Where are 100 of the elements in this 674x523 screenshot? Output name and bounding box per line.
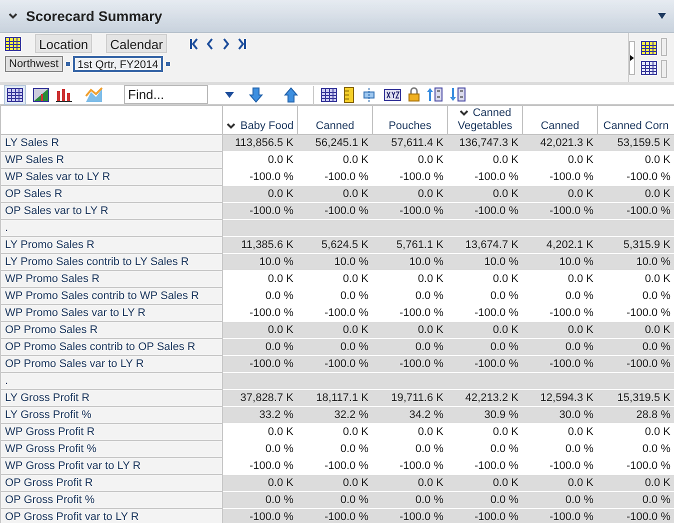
table-cell: 30.9 % bbox=[448, 406, 522, 424]
table-cell: -100.0 % bbox=[298, 508, 372, 523]
table-cell: 0.0 % bbox=[598, 492, 674, 508]
row-header: OP Gross Profit % bbox=[0, 492, 222, 508]
table-cell: 57,611.4 K bbox=[372, 134, 448, 152]
collapse-icon[interactable] bbox=[226, 122, 236, 130]
table-cell: -100.0 % bbox=[222, 356, 298, 372]
collapse-icon[interactable] bbox=[458, 109, 469, 118]
table-cell: 0.0 K bbox=[522, 322, 598, 338]
separator-square-icon bbox=[66, 62, 70, 66]
column-header[interactable]: Canned Corn bbox=[598, 106, 674, 134]
grid-select-icon[interactable] bbox=[321, 88, 337, 102]
row-header: OP Promo Sales var to LY R bbox=[0, 356, 222, 372]
table-cell: 4,202.1 K bbox=[522, 236, 598, 254]
row-header: WP Gross Profit R bbox=[0, 424, 222, 440]
table-cell: -100.0 % bbox=[298, 202, 372, 220]
table-cell: 10.0 % bbox=[522, 254, 598, 270]
table-cell: 12,594.3 K bbox=[522, 390, 598, 406]
row-header: OP Gross Profit var to LY R bbox=[0, 508, 222, 523]
column-header[interactable]: Pouches bbox=[372, 106, 448, 134]
dimension-button[interactable]: Location bbox=[35, 34, 92, 53]
table-icon[interactable] bbox=[641, 60, 657, 74]
table-cell: 0.0 K bbox=[298, 474, 372, 492]
row-header: . bbox=[0, 372, 222, 390]
table-cell: 28.8 % bbox=[598, 406, 674, 424]
xyz-icon[interactable] bbox=[384, 88, 401, 100]
row-header: OP Gross Profit R bbox=[0, 474, 222, 492]
table-icon[interactable] bbox=[641, 40, 657, 54]
table-cell: 0.0 K bbox=[298, 322, 372, 338]
table-cell: 34.2 % bbox=[372, 406, 448, 424]
table-cell: 5,761.1 K bbox=[372, 236, 448, 254]
collapse-tab-icon[interactable] bbox=[629, 40, 635, 74]
table-cell: 0.0 K bbox=[598, 186, 674, 202]
row-header: LY Gross Profit % bbox=[0, 406, 222, 424]
sort-ascending-icon[interactable] bbox=[427, 87, 443, 102]
dimension-button[interactable]: Calendar bbox=[106, 34, 167, 53]
row-header: WP Gross Profit var to LY R bbox=[0, 458, 222, 474]
ruler-icon[interactable] bbox=[344, 86, 354, 102]
split-icon[interactable] bbox=[361, 88, 377, 102]
table-cell: 33.2 % bbox=[222, 406, 298, 424]
table-cell: 0.0 K bbox=[222, 186, 298, 202]
table-cell: 136,747.3 K bbox=[448, 134, 522, 152]
table-cell: 42,021.3 K bbox=[522, 134, 598, 152]
lock-icon[interactable] bbox=[408, 87, 420, 102]
context-chip[interactable]: Northwest bbox=[5, 56, 63, 72]
table-cell: 0.0 % bbox=[598, 338, 674, 356]
table-cell: 37,828.7 K bbox=[222, 390, 298, 406]
table-cell: -100.0 % bbox=[522, 202, 598, 220]
table-cell: 10.0 % bbox=[222, 254, 298, 270]
table-cell: -100.0 % bbox=[448, 508, 522, 523]
column-header[interactable]: Baby Food bbox=[222, 106, 298, 134]
row-header: . bbox=[0, 220, 222, 236]
table-cell: -100.0 % bbox=[222, 508, 298, 523]
row-header: WP Gross Profit % bbox=[0, 440, 222, 458]
sort-descending-icon[interactable] bbox=[450, 87, 466, 102]
dropdown-caret-icon[interactable] bbox=[225, 92, 234, 98]
find-field[interactable]: Find... bbox=[124, 85, 208, 104]
table-cell: 10.0 % bbox=[448, 254, 522, 270]
collapse-icon[interactable] bbox=[8, 12, 18, 20]
row-header: WP Sales R bbox=[0, 152, 222, 168]
row-header: OP Promo Sales contrib to OP Sales R bbox=[0, 338, 222, 356]
row-header: LY Gross Profit R bbox=[0, 390, 222, 406]
row-header: OP Promo Sales R bbox=[0, 322, 222, 338]
down-arrow-icon[interactable] bbox=[249, 86, 263, 102]
row-header: WP Promo Sales R bbox=[0, 270, 222, 288]
column-header[interactable]: Canned bbox=[298, 106, 372, 134]
column-header[interactable]: Canned Vegetables bbox=[448, 106, 522, 134]
table-cell: 10.0 % bbox=[372, 254, 448, 270]
row-header: LY Promo Sales R bbox=[0, 236, 222, 254]
first-icon[interactable] bbox=[188, 38, 199, 50]
menu-caret-icon[interactable] bbox=[658, 13, 666, 19]
table-cell: 0.0 K bbox=[522, 186, 598, 202]
grid-chart-icon[interactable] bbox=[33, 88, 49, 102]
previous-icon[interactable] bbox=[204, 38, 215, 50]
table-cell: 0.0 % bbox=[522, 338, 598, 356]
table-cell: 0.0 % bbox=[522, 492, 598, 508]
table-cell: 0.0 % bbox=[298, 492, 372, 508]
bar-chart-icon[interactable] bbox=[56, 88, 72, 102]
table-cell: -100.0 % bbox=[598, 356, 674, 372]
table-cell: 30.0 % bbox=[522, 406, 598, 424]
table-cell: 32.2 % bbox=[298, 406, 372, 424]
table-cell: 10.0 % bbox=[298, 254, 372, 270]
table-cell: 5,315.9 K bbox=[598, 236, 674, 254]
table-cell: 0.0 % bbox=[222, 338, 298, 356]
table-cell: -100.0 % bbox=[522, 508, 598, 523]
table-cell: 5,624.5 K bbox=[298, 236, 372, 254]
context-chip[interactable]: 1st Qrtr, FY2014 bbox=[72, 56, 164, 72]
next-icon[interactable] bbox=[220, 38, 231, 50]
last-icon[interactable] bbox=[236, 38, 247, 50]
up-arrow-icon[interactable] bbox=[284, 86, 298, 102]
table-cell: 0.0 K bbox=[372, 474, 448, 492]
table-cell: 42,213.2 K bbox=[448, 390, 522, 406]
panel-title: Scorecard Summary bbox=[26, 6, 162, 26]
table-icon[interactable] bbox=[5, 36, 21, 50]
table-cell: -100.0 % bbox=[448, 202, 522, 220]
table-cell: 0.0 K bbox=[298, 186, 372, 202]
row-header: WP Promo Sales contrib to WP Sales R bbox=[0, 288, 222, 304]
table-cell: 0.0 % bbox=[222, 492, 298, 508]
table-cell: 0.0 K bbox=[598, 322, 674, 338]
column-header[interactable]: Canned bbox=[522, 106, 598, 134]
